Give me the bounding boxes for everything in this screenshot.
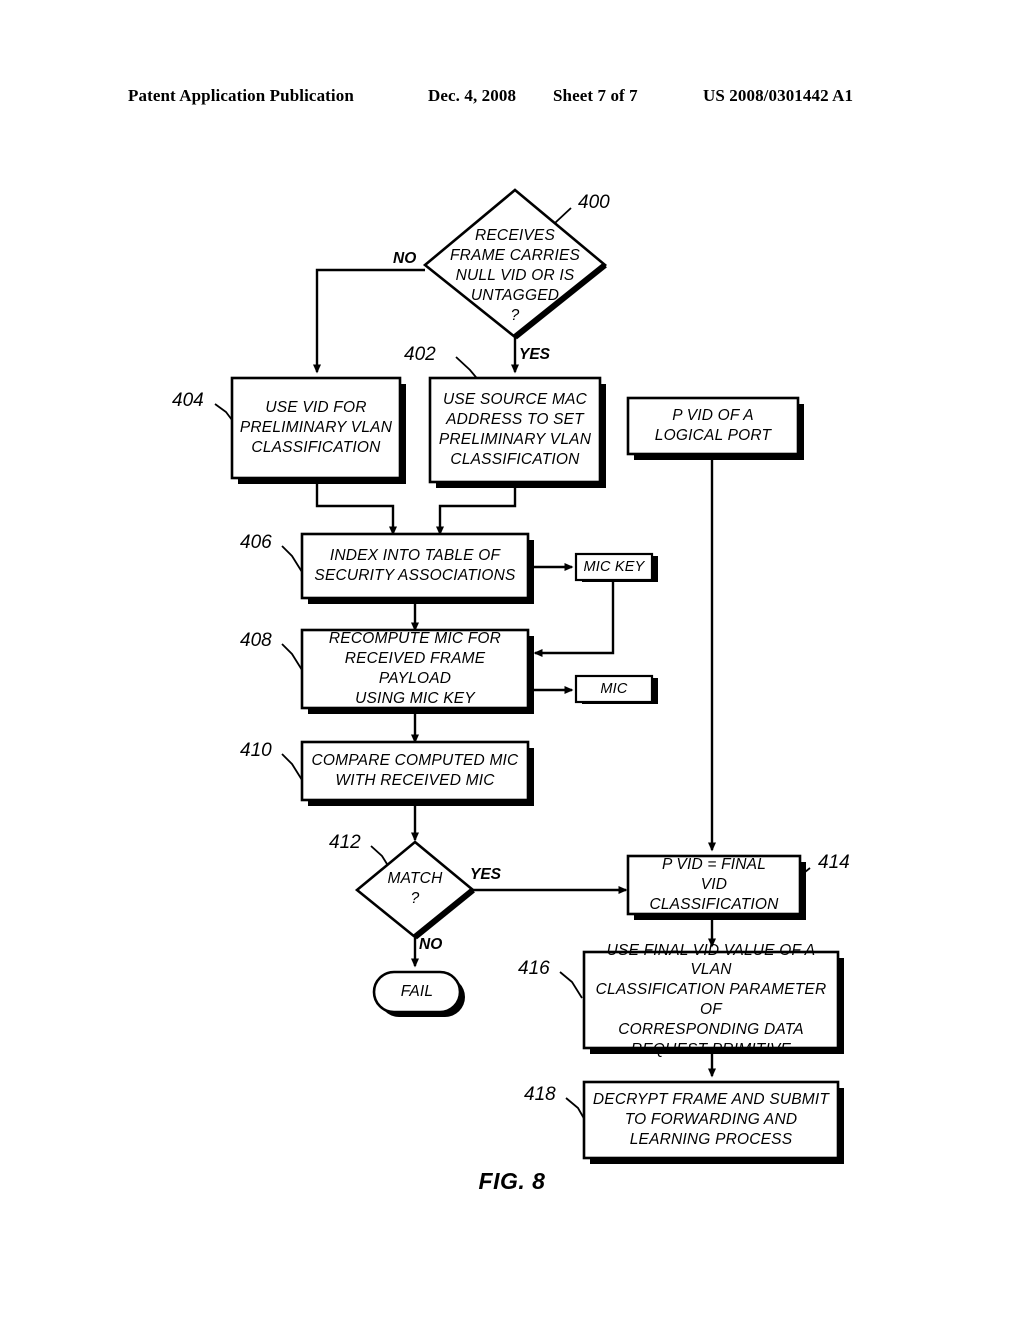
ref-414: 414 [818, 852, 850, 873]
branch-label-yes-412: YES [470, 866, 502, 883]
process-recompute-mic: RECOMPUTE MIC FOR RECEIVED FRAME PAYLOAD… [328, 630, 502, 707]
branch-label-no-400: NO [393, 250, 417, 267]
ref-412: 412 [329, 832, 361, 853]
branch-label-yes-400: YES [519, 346, 551, 363]
ref-418: 418 [524, 1084, 556, 1105]
ref-416: 416 [518, 958, 550, 979]
terminator-fail: FAIL [400, 983, 434, 1001]
process-use-final-vid-value: USE FINAL VID VALUE OF A VLAN CLASSIFICA… [595, 941, 827, 1058]
flowchart-figure: RECEIVES FRAME CARRIES NULL VID OR IS UN… [0, 0, 1024, 1320]
ref-402: 402 [404, 344, 436, 365]
data-mic-key: MIC KEY [583, 558, 645, 575]
process-decrypt-frame: DECRYPT FRAME AND SUBMIT TO FORWARDING A… [592, 1091, 830, 1148]
branch-label-no-412: NO [419, 936, 443, 953]
decision-receives-frame: RECEIVES FRAME CARRIES NULL VID OR IS UN… [449, 227, 581, 324]
process-use-source-mac: USE SOURCE MAC ADDRESS TO SET PRELIMINAR… [438, 391, 592, 468]
decision-match: MATCH ? [387, 870, 443, 907]
ref-406: 406 [240, 532, 272, 553]
process-pvid-logical-port: P VID OF A LOGICAL PORT [654, 407, 772, 444]
process-pvid-equals-final-vid: P VID = FINAL VID CLASSIFICATION [649, 856, 779, 913]
process-compare-mic: COMPARE COMPUTED MIC WITH RECEIVED MIC [311, 752, 519, 789]
ref-404: 404 [172, 390, 204, 411]
data-mic: MIC [600, 680, 628, 697]
ref-410: 410 [240, 740, 272, 761]
process-use-vid-preliminary-vlan: USE VID FOR PRELIMINARY VLAN CLASSIFICAT… [239, 399, 393, 456]
ref-408: 408 [240, 630, 272, 651]
process-index-into-table: INDEX INTO TABLE OF SECURITY ASSOCIATION… [314, 547, 516, 584]
ref-400: 400 [578, 192, 610, 213]
figure-caption: FIG. 8 [478, 1168, 546, 1194]
